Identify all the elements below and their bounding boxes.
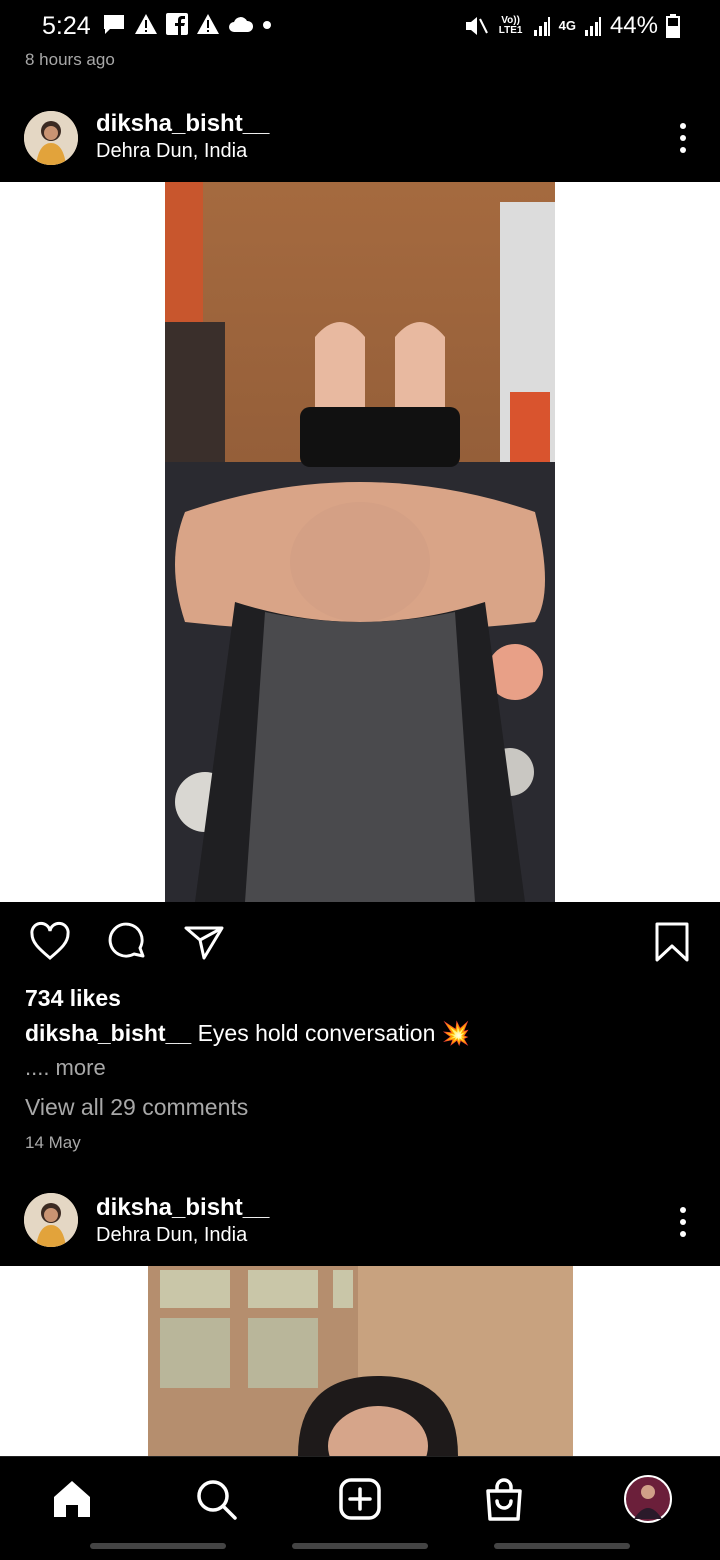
comment-icon[interactable] <box>105 920 149 964</box>
post-date: 14 May <box>25 1133 81 1152</box>
post-photo[interactable] <box>165 182 555 902</box>
facebook-icon <box>166 13 188 35</box>
post-header: diksha_bisht__ Dehra Dun, India <box>0 104 720 176</box>
previous-post-time: 8 hours ago <box>25 50 115 69</box>
alert-icon <box>197 14 219 34</box>
mute-icon <box>465 17 488 35</box>
post-username[interactable]: diksha_bisht__ <box>96 1194 269 1222</box>
search-icon[interactable] <box>192 1475 240 1523</box>
alert-icon <box>135 14 157 34</box>
post-header: diksha_bisht__ Dehra Dun, India <box>0 1188 720 1260</box>
caption-text: Eyes hold conversation 💥 <box>191 1020 471 1046</box>
avatar[interactable] <box>24 111 78 165</box>
post-media[interactable] <box>0 182 720 902</box>
message-icon <box>104 15 124 34</box>
battery-percent: 44% <box>609 12 658 39</box>
gesture-bar <box>90 1543 226 1549</box>
post-location[interactable]: Dehra Dun, India <box>96 140 247 163</box>
post-actions <box>0 920 720 968</box>
caption-more[interactable]: .... more <box>25 1055 106 1081</box>
save-bookmark-icon[interactable] <box>650 920 694 964</box>
signal-icon <box>584 17 601 36</box>
status-time: 5:24 <box>42 12 91 40</box>
network-label: 4G <box>558 18 576 33</box>
post-photo[interactable] <box>148 1266 573 1456</box>
status-right: Vo)) LTE1 4G 44% <box>463 12 680 40</box>
status-bar: 5:24 Vo)) LTE1 4G 44% <box>0 0 720 50</box>
caption-username[interactable]: diksha_bisht__ <box>25 1020 191 1046</box>
post-media[interactable] <box>0 1266 720 1456</box>
create-icon[interactable] <box>336 1475 384 1523</box>
cloud-icon <box>229 17 254 32</box>
more-options-icon[interactable] <box>678 122 688 154</box>
post-username[interactable]: diksha_bisht__ <box>96 110 269 138</box>
more-options-icon[interactable] <box>678 1206 688 1238</box>
dot-icon <box>263 21 271 29</box>
like-heart-icon[interactable] <box>28 920 72 964</box>
gesture-bar <box>494 1543 630 1549</box>
signal-icon <box>533 17 550 36</box>
battery-icon <box>666 14 680 38</box>
gesture-bar <box>292 1543 428 1549</box>
post-location[interactable]: Dehra Dun, India <box>96 1224 247 1247</box>
post-caption: diksha_bisht__ Eyes hold conversation 💥 <box>25 1020 470 1047</box>
likes-count[interactable]: 734 likes <box>25 985 121 1012</box>
notification-icons <box>102 13 272 35</box>
shop-icon[interactable] <box>480 1475 528 1523</box>
volte-label: Vo)) LTE1 <box>498 15 523 36</box>
avatar[interactable] <box>24 1193 78 1247</box>
home-icon[interactable] <box>48 1475 96 1523</box>
view-comments-link[interactable]: View all 29 comments <box>25 1094 248 1121</box>
share-send-icon[interactable] <box>182 920 226 964</box>
profile-avatar[interactable] <box>624 1475 672 1523</box>
